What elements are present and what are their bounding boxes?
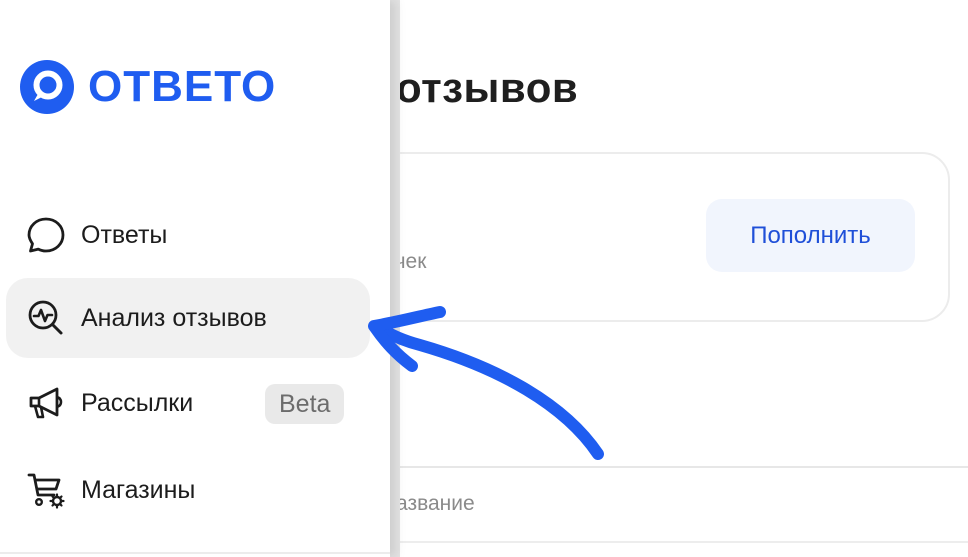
logo-text: ОТВЕТО bbox=[88, 62, 277, 111]
sidebar-divider bbox=[0, 552, 390, 554]
sidebar-item-mailings[interactable]: Рассылки Beta bbox=[6, 363, 370, 443]
chat-bubble-icon bbox=[26, 215, 66, 255]
logo-icon bbox=[20, 60, 74, 114]
sidebar-item-stores[interactable]: Магазины bbox=[6, 450, 370, 530]
sidebar-item-label: Анализ отзывов bbox=[81, 303, 267, 332]
sidebar-item-label: Ответы bbox=[81, 220, 168, 249]
page-title: отзывов bbox=[396, 64, 579, 111]
topup-button[interactable]: Пополнить bbox=[706, 199, 915, 272]
sidebar-item-label: Магазины bbox=[81, 475, 196, 504]
table-divider bbox=[400, 541, 968, 543]
search-analytics-icon bbox=[26, 298, 66, 338]
sidebar-item-answers[interactable]: Ответы bbox=[6, 195, 370, 275]
sidebar-item-label: Рассылки bbox=[81, 388, 194, 417]
megaphone-icon bbox=[26, 383, 66, 423]
table-divider bbox=[400, 466, 968, 468]
cart-settings-icon bbox=[26, 470, 66, 510]
sidebar-edge bbox=[390, 0, 400, 557]
logo[interactable]: ОТВЕТО bbox=[20, 60, 276, 114]
sidebar-item-review-analysis[interactable]: Анализ отзывов bbox=[6, 278, 370, 358]
table-header-name[interactable]: азвание bbox=[396, 492, 475, 516]
sidebar: ОТВЕТО Ответы Анализ отзывов Рассылки Be… bbox=[0, 0, 390, 557]
beta-badge: Beta bbox=[265, 384, 345, 424]
